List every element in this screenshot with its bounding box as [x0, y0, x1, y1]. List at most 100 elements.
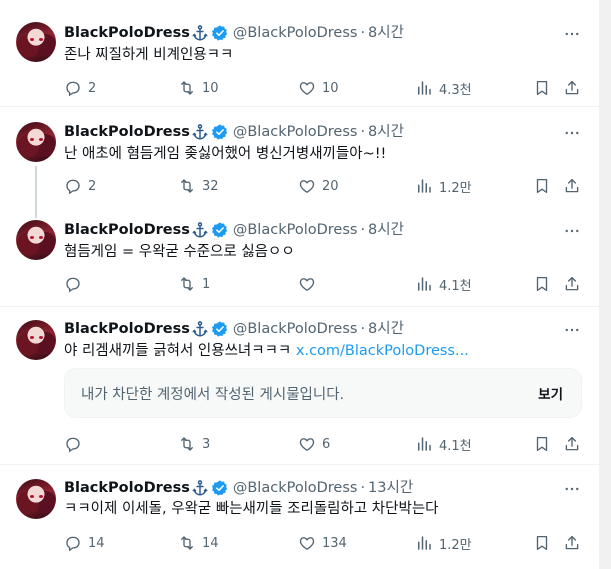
more-icon[interactable]	[560, 477, 584, 501]
reply-button[interactable]: 14	[64, 531, 105, 555]
view-button[interactable]: 보기	[538, 383, 563, 403]
view-count: 1.2만	[439, 180, 472, 196]
bookmark-button[interactable]	[533, 174, 551, 198]
bookmark-button[interactable]	[533, 76, 551, 100]
display-name[interactable]: BlackPoloDress	[64, 319, 190, 339]
like-button[interactable]: 6	[298, 432, 330, 456]
views-button[interactable]: 4.1천	[415, 272, 472, 296]
share-button[interactable]	[563, 76, 581, 100]
display-name[interactable]: BlackPoloDress	[64, 478, 190, 498]
user-handle[interactable]: @BlackPoloDress	[233, 319, 358, 339]
like-button[interactable]	[298, 272, 322, 296]
user-handle[interactable]: @BlackPoloDress	[233, 122, 358, 142]
retweet-count: 10	[202, 80, 219, 96]
more-icon[interactable]	[560, 219, 584, 243]
avatar[interactable]	[16, 479, 56, 519]
timestamp[interactable]: 8시간	[368, 122, 404, 142]
bookmark-button[interactable]	[533, 432, 551, 456]
scrollbar[interactable]	[599, 0, 611, 569]
separator: ·	[360, 222, 366, 238]
more-icon[interactable]	[560, 121, 584, 145]
verified-badge-icon	[211, 24, 229, 42]
more-icon[interactable]	[560, 318, 584, 342]
tweet-card[interactable]: BlackPoloDress @BlackPoloDress · 8시간 존나 …	[0, 0, 599, 107]
retweet-icon	[178, 177, 196, 195]
views-button[interactable]: 1.2만	[415, 174, 472, 198]
anchor-icon	[191, 123, 209, 141]
reply-icon	[64, 435, 82, 453]
tweet-header: BlackPoloDress @BlackPoloDress · 13시간	[64, 478, 413, 498]
user-handle[interactable]: @BlackPoloDress	[233, 220, 358, 240]
bookmark-button[interactable]	[533, 531, 551, 555]
reply-button[interactable]: 2	[64, 174, 96, 198]
like-button[interactable]: 134	[298, 531, 347, 555]
avatar[interactable]	[16, 122, 56, 162]
reply-button[interactable]	[64, 432, 88, 456]
display-name[interactable]: BlackPoloDress	[64, 220, 190, 240]
share-button[interactable]	[563, 432, 581, 456]
retweet-button[interactable]: 3	[178, 432, 210, 456]
share-icon	[563, 534, 581, 552]
more-icon[interactable]	[560, 22, 584, 46]
separator: ·	[360, 124, 366, 140]
retweet-icon	[178, 275, 196, 293]
display-name[interactable]: BlackPoloDress	[64, 23, 190, 43]
like-count: 6	[322, 436, 331, 452]
retweet-icon	[178, 79, 196, 97]
quoted-link[interactable]: x.com/BlackPoloDress...	[296, 343, 469, 359]
view-count: 4.3천	[439, 82, 472, 98]
share-button[interactable]	[563, 531, 581, 555]
avatar[interactable]	[16, 22, 56, 62]
user-handle[interactable]: @BlackPoloDress	[233, 478, 358, 498]
like-icon	[298, 534, 316, 552]
reply-button[interactable]: 2	[64, 76, 96, 100]
avatar[interactable]	[16, 220, 56, 260]
bookmark-icon	[533, 275, 551, 293]
like-icon	[298, 275, 316, 293]
blocked-notice-text: 내가 차단한 계정에서 작성된 게시물입니다.	[81, 386, 345, 403]
tweet-text-body: 혐듬게임 = 우왁굳 수준으로 싫음ㅇㅇ	[64, 244, 295, 260]
avatar[interactable]	[16, 320, 56, 360]
verified-badge-icon	[211, 320, 229, 338]
tweet-text-body: ㅋㅋ이제 이세돌, 우왁굳 빠는새끼들 조리돌림하고 차단박는다	[64, 501, 439, 517]
tweet-card[interactable]: BlackPoloDress @BlackPoloDress · 13시간 ㅋㅋ…	[0, 466, 599, 569]
retweet-button[interactable]: 32	[178, 174, 219, 198]
timestamp[interactable]: 8시간	[368, 220, 404, 240]
retweet-button[interactable]: 10	[178, 76, 219, 100]
blocked-quote-notice: 내가 차단한 계정에서 작성된 게시물입니다. 보기	[64, 368, 582, 418]
retweet-button[interactable]: 1	[178, 272, 210, 296]
action-bar: 3 6 4.1천	[56, 432, 596, 456]
share-button[interactable]	[563, 272, 581, 296]
reply-icon	[64, 79, 82, 97]
reply-icon	[64, 275, 82, 293]
timestamp[interactable]: 13시간	[368, 478, 413, 498]
anchor-icon	[191, 479, 209, 497]
like-button[interactable]: 10	[298, 76, 339, 100]
views-button[interactable]: 1.2만	[415, 531, 472, 555]
share-icon	[563, 177, 581, 195]
reply-button[interactable]	[64, 272, 88, 296]
display-name[interactable]: BlackPoloDress	[64, 122, 190, 142]
share-button[interactable]	[563, 174, 581, 198]
tweet-card[interactable]: BlackPoloDress @BlackPoloDress · 8시간 난 애…	[0, 108, 599, 218]
tweet-text-body: 존나 찌질하게 비계인용ㅋㅋ	[64, 47, 234, 63]
anchor-icon	[191, 221, 209, 239]
verified-badge-icon	[211, 123, 229, 141]
retweet-icon	[178, 534, 196, 552]
share-icon	[563, 275, 581, 293]
views-button[interactable]: 4.1천	[415, 432, 472, 456]
like-icon	[298, 79, 316, 97]
retweet-count: 32	[202, 178, 219, 194]
retweet-icon	[178, 435, 196, 453]
timestamp[interactable]: 8시간	[368, 319, 404, 339]
tweet-card[interactable]: BlackPoloDress @BlackPoloDress · 8시간 야 리…	[0, 307, 599, 465]
views-button[interactable]: 4.3천	[415, 76, 472, 100]
retweet-button[interactable]: 14	[178, 531, 219, 555]
like-button[interactable]: 20	[298, 174, 339, 198]
share-icon	[563, 435, 581, 453]
user-handle[interactable]: @BlackPoloDress	[233, 23, 358, 43]
separator: ·	[360, 25, 366, 41]
bookmark-button[interactable]	[533, 272, 551, 296]
timestamp[interactable]: 8시간	[368, 23, 404, 43]
tweet-card[interactable]: BlackPoloDress @BlackPoloDress · 8시간 혐듬게…	[0, 206, 599, 307]
